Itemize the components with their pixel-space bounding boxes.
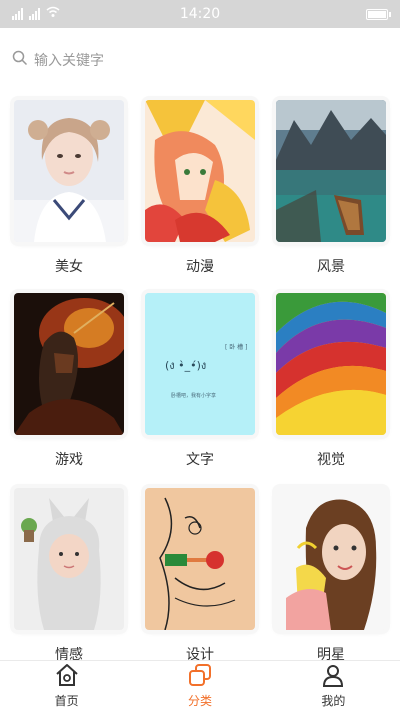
status-bar: 14:20 [0, 0, 400, 28]
category-card-visual[interactable]: 视觉 [276, 293, 386, 471]
home-icon [54, 663, 80, 690]
bottom-tab-bar: 首页 分类 我的 [0, 660, 400, 710]
category-thumbnail[interactable] [14, 488, 124, 630]
category-card-beauty[interactable]: 美女 [14, 100, 124, 278]
category-card-text[interactable]: [ 卧 槽 ] (ง •̀_•́)ง 卧槽吧，我有小字享 文字 [145, 293, 255, 471]
category-card-scenery[interactable]: 风景 [276, 100, 386, 278]
tab-label: 首页 [54, 693, 79, 708]
category-label: 游戏 [55, 452, 83, 468]
tab-label: 分类 [187, 693, 212, 708]
card-face-text: (ง •̀_•́)ง [165, 359, 206, 372]
category-label: 文字 [186, 452, 214, 468]
status-time: 14:20 [179, 6, 221, 22]
category-thumbnail[interactable] [14, 293, 124, 435]
category-thumbnail[interactable] [276, 100, 386, 242]
tab-label: 我的 [321, 693, 346, 708]
search-input[interactable]: 输入关键字 [34, 50, 104, 70]
profile-icon [320, 663, 346, 690]
category-thumbnail[interactable] [276, 488, 386, 630]
category-label: 美女 [55, 259, 83, 275]
category-thumbnail[interactable]: [ 卧 槽 ] (ง •̀_•́)ง 卧槽吧，我有小字享 [145, 293, 255, 435]
category-card-games[interactable]: 游戏 [14, 293, 124, 471]
tab-category[interactable]: 分类 [133, 661, 266, 710]
search-icon [12, 50, 28, 70]
search-bar[interactable]: 输入关键字 [12, 46, 388, 74]
category-label: 视觉 [317, 452, 345, 468]
category-label: 动漫 [186, 259, 214, 275]
category-thumbnail[interactable] [276, 293, 386, 435]
category-label: 风景 [317, 259, 345, 275]
category-thumbnail[interactable] [145, 488, 255, 630]
category-card-anime[interactable]: 动漫 [145, 100, 255, 278]
category-thumbnail[interactable] [145, 100, 255, 242]
category-icon [187, 663, 213, 690]
category-card-emotion[interactable]: 情感 [14, 488, 124, 666]
category-thumbnail[interactable] [14, 100, 124, 242]
category-card-design[interactable]: 设计 [145, 488, 255, 666]
battery-icon [366, 8, 391, 20]
tab-profile[interactable]: 我的 [267, 661, 400, 710]
card-tag-text: [ 卧 槽 ] [225, 343, 247, 351]
category-card-celebrity[interactable]: 明星 [276, 488, 386, 666]
card-caption-text: 卧槽吧，我有小字享 [171, 392, 216, 399]
tab-home[interactable]: 首页 [0, 661, 133, 710]
